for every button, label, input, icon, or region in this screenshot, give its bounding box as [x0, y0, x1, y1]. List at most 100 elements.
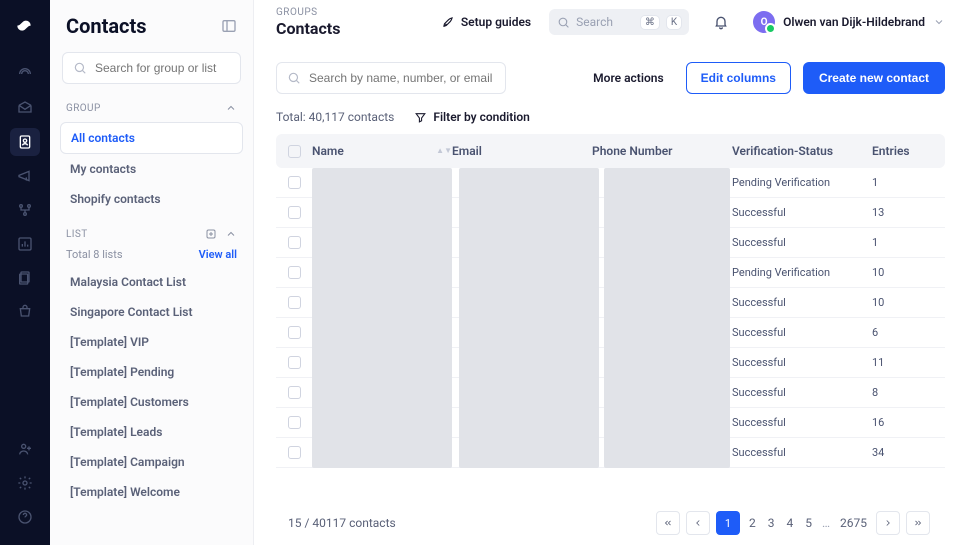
page-4-button[interactable]: 4	[786, 516, 793, 530]
user-menu[interactable]: O Olwen van Dijk-Hildebrand	[753, 11, 945, 33]
row-entries: 11	[872, 356, 932, 369]
contacts-search[interactable]	[276, 62, 506, 94]
nav-help[interactable]	[10, 503, 40, 531]
row-entries: 1	[872, 176, 932, 189]
row-checkbox[interactable]	[288, 326, 301, 339]
nav-automation[interactable]	[10, 196, 40, 224]
chevron-up-icon[interactable]	[225, 228, 237, 240]
prev-page-button[interactable]	[686, 511, 710, 535]
list-item[interactable]: Singapore Contact List	[60, 297, 243, 327]
row-status: Successful	[732, 386, 872, 399]
user-name: Olwen van Dijk-Hildebrand	[783, 15, 925, 29]
chevron-down-icon	[933, 16, 945, 28]
app-logo	[14, 14, 36, 36]
page-5-button[interactable]: 5	[805, 516, 812, 530]
row-checkbox[interactable]	[288, 446, 301, 459]
redacted-column	[604, 168, 730, 468]
column-name[interactable]: Name▲▼	[312, 144, 452, 158]
last-page-button[interactable]	[906, 511, 930, 535]
row-checkbox[interactable]	[288, 236, 301, 249]
page-2-button[interactable]: 2	[749, 516, 756, 530]
nav-analytics[interactable]	[10, 230, 40, 258]
setup-guides-button[interactable]: Setup guides	[441, 15, 531, 29]
column-status[interactable]: Verification-Status	[732, 144, 872, 158]
contacts-search-input[interactable]	[309, 71, 495, 85]
chevron-up-icon[interactable]	[225, 102, 237, 114]
nav-inbox[interactable]	[10, 94, 40, 122]
row-checkbox[interactable]	[288, 416, 301, 429]
search-icon	[73, 61, 87, 75]
row-entries: 10	[872, 266, 932, 279]
nav-rail	[0, 0, 50, 545]
nav-invite[interactable]	[10, 435, 40, 463]
sort-icon: ▲▼	[436, 148, 452, 154]
notifications-button[interactable]	[707, 8, 735, 36]
group-item-my-contacts[interactable]: My contacts	[60, 154, 243, 184]
sidebar-search[interactable]	[62, 52, 241, 84]
create-contact-button[interactable]: Create new contact	[803, 62, 945, 94]
edit-columns-button[interactable]: Edit columns	[686, 62, 791, 94]
filter-by-condition-button[interactable]: Filter by condition	[414, 110, 530, 124]
list-item[interactable]: Malaysia Contact List	[60, 267, 243, 297]
group-section-label: GROUP	[66, 103, 101, 114]
last-page-number[interactable]: 2675	[840, 516, 867, 530]
view-all-link[interactable]: View all	[199, 248, 237, 261]
column-email[interactable]: Email	[452, 144, 592, 158]
nav-settings[interactable]	[10, 469, 40, 497]
list-item[interactable]: [Template] Campaign	[60, 447, 243, 477]
row-checkbox[interactable]	[288, 386, 301, 399]
search-icon	[287, 71, 301, 85]
column-entries[interactable]: Entries	[872, 144, 932, 158]
filter-icon	[414, 111, 427, 124]
row-entries: 13	[872, 206, 932, 219]
row-status: Pending Verification	[732, 266, 872, 279]
breadcrumb: GROUPS	[276, 7, 340, 18]
redacted-column	[459, 168, 599, 468]
list-item[interactable]: [Template] VIP	[60, 327, 243, 357]
redacted-column	[312, 168, 452, 468]
contacts-table: Name▲▼ Email Phone Number Verification-S…	[276, 134, 945, 501]
sidebar-search-input[interactable]	[95, 61, 230, 75]
group-item-all-contacts[interactable]: All contacts	[60, 122, 243, 154]
row-checkbox[interactable]	[288, 296, 301, 309]
list-item[interactable]: [Template] Leads	[60, 417, 243, 447]
row-status: Successful	[732, 206, 872, 219]
row-status: Successful	[732, 326, 872, 339]
row-status: Pending Verification	[732, 176, 872, 189]
row-status: Successful	[732, 446, 872, 459]
pagination: 15 / 40117 contacts 1 2 3 4 5 … 2675	[276, 501, 945, 535]
total-contacts-text: Total: 40,117 contacts	[276, 110, 394, 124]
avatar: O	[753, 11, 775, 33]
more-actions-button[interactable]: More actions	[583, 63, 673, 93]
add-list-button[interactable]	[205, 228, 217, 240]
nav-commerce[interactable]	[10, 298, 40, 326]
list-section-label: LIST	[66, 229, 88, 240]
global-search[interactable]: Search ⌘ K	[549, 9, 689, 35]
row-status: Successful	[732, 356, 872, 369]
group-item-shopify-contacts[interactable]: Shopify contacts	[60, 184, 243, 214]
list-item[interactable]: [Template] Customers	[60, 387, 243, 417]
sidebar-title: Contacts	[66, 14, 147, 38]
collapse-sidebar-button[interactable]	[221, 18, 237, 34]
list-item[interactable]: [Template] Welcome	[60, 477, 243, 507]
row-checkbox[interactable]	[288, 356, 301, 369]
row-entries: 34	[872, 446, 932, 459]
row-checkbox[interactable]	[288, 176, 301, 189]
page-1-button[interactable]: 1	[716, 511, 740, 535]
column-phone[interactable]: Phone Number	[592, 144, 732, 158]
nav-broadcast[interactable]	[10, 60, 40, 88]
nav-templates[interactable]	[10, 264, 40, 292]
row-status: Successful	[732, 296, 872, 309]
select-all-checkbox[interactable]	[288, 145, 301, 158]
row-checkbox[interactable]	[288, 206, 301, 219]
search-icon	[557, 16, 570, 29]
page-3-button[interactable]: 3	[768, 516, 775, 530]
nav-campaigns[interactable]	[10, 162, 40, 190]
nav-contacts[interactable]	[10, 128, 40, 156]
sidebar: Contacts GROUP All contacts My contacts …	[50, 0, 254, 545]
list-item[interactable]: [Template] Pending	[60, 357, 243, 387]
row-checkbox[interactable]	[288, 266, 301, 279]
row-entries: 6	[872, 326, 932, 339]
first-page-button[interactable]	[656, 511, 680, 535]
next-page-button[interactable]	[876, 511, 900, 535]
